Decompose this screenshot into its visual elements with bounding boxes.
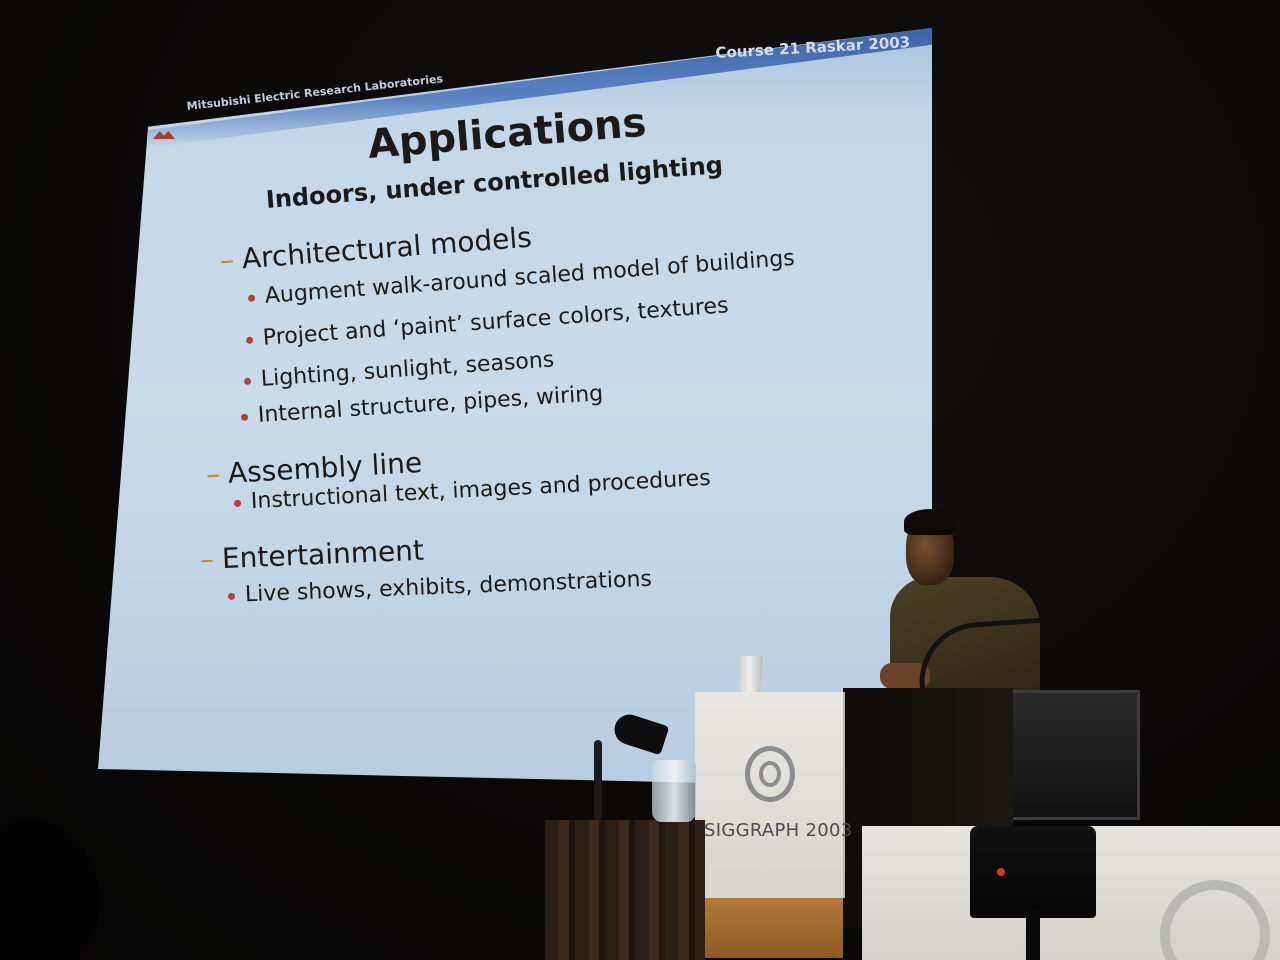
water-pitcher	[652, 760, 696, 822]
dash-bullet-icon: –	[199, 542, 215, 576]
siggraph-logo-icon	[745, 746, 795, 802]
dash-bullet-icon: –	[218, 242, 236, 277]
side-table	[545, 820, 705, 960]
dash-bullet-icon: –	[205, 457, 221, 491]
podium-base	[705, 898, 843, 958]
bullet-item-text: Live shows, exhibits, demonstrations	[244, 566, 653, 608]
podium-front: SIGGRAPH 2003	[695, 692, 852, 898]
dot-bullet-icon	[227, 592, 236, 600]
stage-light-stand	[1026, 910, 1040, 960]
slide-title: Applications	[366, 99, 648, 168]
presenter-hair	[904, 509, 956, 535]
water-cup	[737, 656, 763, 692]
indicator-light-icon	[997, 868, 1005, 876]
lamp-stand	[594, 740, 602, 820]
section-heading-text: Entertainment	[221, 533, 425, 576]
dot-bullet-icon	[243, 377, 252, 385]
bullet-item-text: Lighting, sunlight, seasons	[260, 347, 555, 392]
stage-light	[970, 826, 1096, 918]
dot-bullet-icon	[245, 336, 254, 344]
podium-label: SIGGRAPH 2003	[704, 820, 853, 841]
presentation-photo: Mitsubishi Electric Research Laboratorie…	[0, 0, 1280, 960]
slide-subtitle: Indoors, under controlled lighting	[264, 150, 724, 214]
dot-bullet-icon	[240, 413, 249, 421]
dot-bullet-icon	[233, 499, 242, 507]
dot-bullet-icon	[247, 294, 256, 302]
bullet-item: Live shows, exhibits, demonstrations	[227, 566, 653, 608]
section-heading: – Entertainment	[199, 534, 424, 576]
